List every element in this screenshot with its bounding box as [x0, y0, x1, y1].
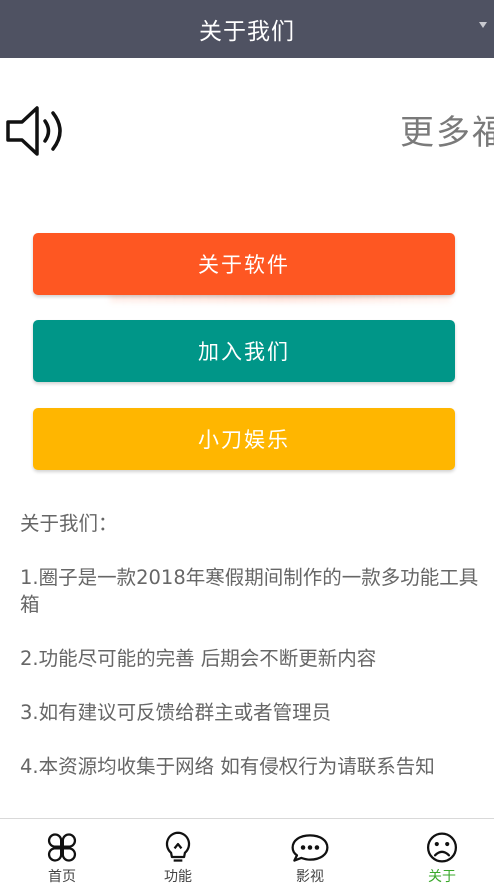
about-section: 关于我们： 1.圈子是一款2018年寒假期间制作的一款多功能工具箱 2.功能尽可…	[20, 510, 485, 807]
announcement-bar: 更多福利	[0, 95, 494, 165]
marquee-text: 更多福利	[400, 113, 494, 149]
about-item: 4.本资源均收集于网络 如有侵权行为请联系告知	[20, 755, 435, 778]
tab-home[interactable]: 首页	[0, 819, 124, 886]
dropdown-caret-icon[interactable]	[479, 22, 487, 28]
entertainment-button[interactable]: 小刀娱乐	[33, 408, 455, 470]
join-us-button[interactable]: 加入我们	[33, 320, 455, 382]
tab-about[interactable]: 关于	[380, 819, 494, 886]
chat-bubble-icon	[291, 834, 329, 862]
tab-label-features: 功能	[164, 869, 192, 885]
about-software-button[interactable]: 关于软件	[33, 233, 455, 295]
announcement-marquee: 更多福利	[400, 105, 494, 149]
clover-icon	[47, 833, 77, 862]
sad-face-icon	[426, 832, 458, 863]
tab-label-movies: 影视	[296, 869, 324, 885]
tab-label-home: 首页	[48, 869, 76, 885]
bottom-tab-bar: 首页 功能 影视 关于	[0, 818, 494, 885]
lightbulb-icon	[165, 831, 191, 862]
tab-features[interactable]: 功能	[116, 819, 240, 886]
tab-label-about: 关于	[428, 869, 456, 885]
tab-movies[interactable]: 影视	[248, 819, 372, 886]
speaker-icon	[6, 106, 62, 156]
about-heading: 关于我们：	[20, 512, 118, 535]
title-bar: 关于我们	[0, 0, 494, 58]
page-title: 关于我们	[199, 19, 295, 45]
about-item: 1.圈子是一款2018年寒假期间制作的一款多功能工具箱	[20, 566, 479, 616]
about-item: 3.如有建议可反馈给群主或者管理员	[20, 701, 332, 724]
about-item: 2.功能尽可能的完善 后期会不断更新内容	[20, 647, 377, 670]
